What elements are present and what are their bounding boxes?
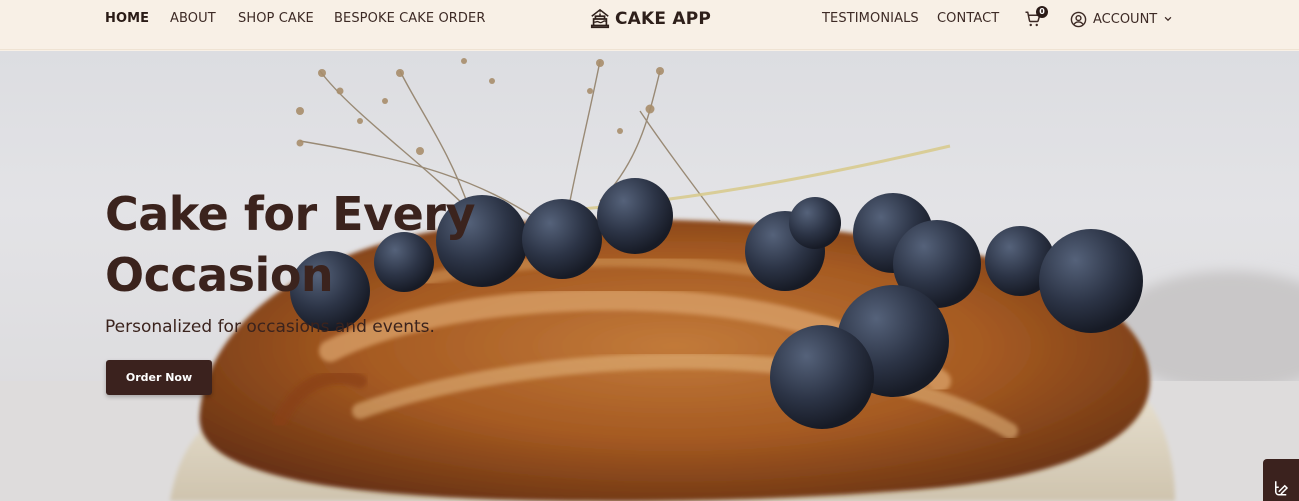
hero-banner: Cake for Every Occasion Personalized for… [0,51,1299,501]
hero-title-line-1: Cake for Every [105,187,475,241]
chevron-down-icon [1164,16,1172,22]
nav-testimonials-link[interactable]: TESTIMONIALS [822,11,919,26]
nav-home-link[interactable]: HOME [105,11,149,26]
brand-name: CAKE APP [615,9,712,29]
hero-title-line-2: Occasion [105,248,334,302]
nav-shop-cake-link[interactable]: SHOP CAKE [238,11,314,26]
brand-logo[interactable]: CAKE APP [589,7,711,31]
accessibility-widget-icon [1275,480,1289,495]
nav-about-link[interactable]: ABOUT [170,11,216,26]
hero-subtitle: Personalized for occasions and events. [105,317,435,337]
account-menu[interactable]: ACCOUNT [1070,9,1173,29]
nav-contact-link[interactable]: CONTACT [937,11,999,26]
cart-count-badge: 0 [1036,6,1048,18]
user-circle-icon [1070,11,1087,27]
account-label: ACCOUNT [1093,11,1158,27]
accessibility-widget-button[interactable] [1263,459,1299,501]
hero-title: Cake for Every Occasion [105,184,565,306]
cart-button[interactable]: 0 [1024,6,1048,29]
order-now-button[interactable]: Order Now [106,360,212,395]
cake-logo-icon [590,8,610,29]
nav-bespoke-order-link[interactable]: BESPOKE CAKE ORDER [334,11,486,26]
top-navbar: HOME ABOUT SHOP CAKE BESPOKE CAKE ORDER … [0,0,1299,50]
